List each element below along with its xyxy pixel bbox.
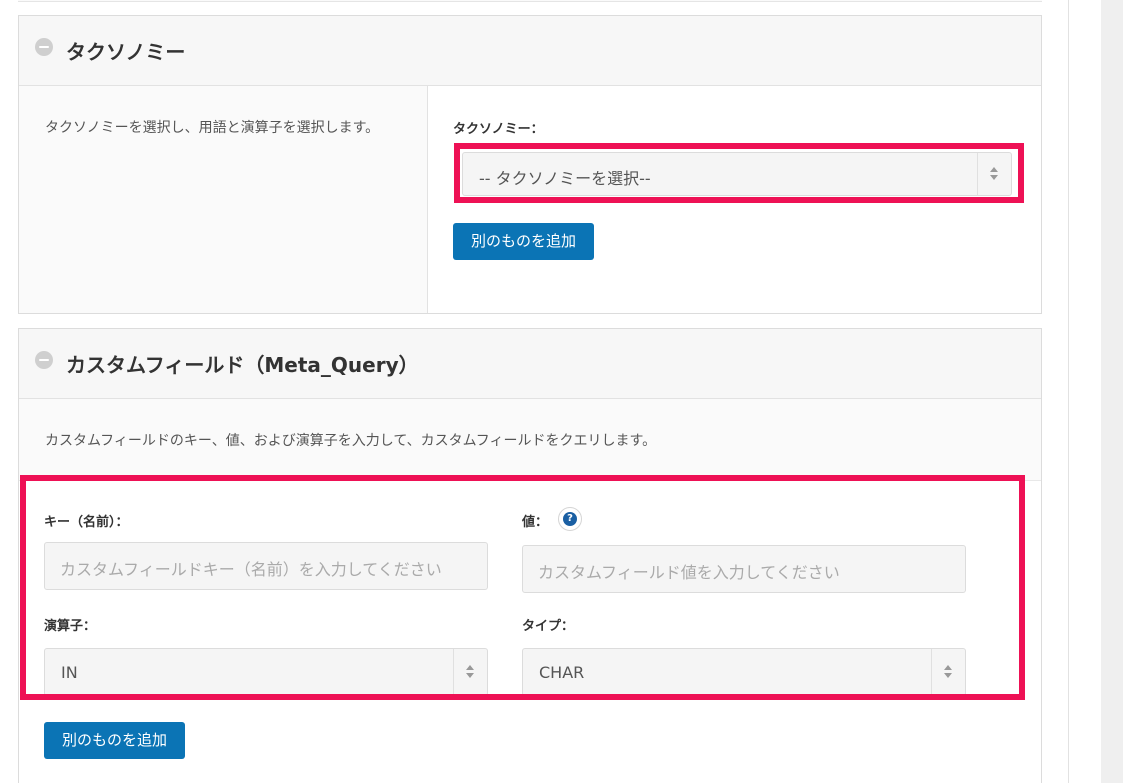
custom-field-panel: カスタムフィールド（Meta_Query） カスタムフィールドのキー、値、および… xyxy=(18,328,1042,783)
operator-label: 演算子： xyxy=(44,619,97,634)
value-input[interactable]: カスタムフィールド値を入力してください xyxy=(522,545,966,593)
custom-field-add-button[interactable]: 別のものを追加 xyxy=(44,722,185,759)
value-placeholder: カスタムフィールド値を入力してください xyxy=(538,563,840,582)
key-label: キー（名前）： xyxy=(44,515,129,530)
panel-title: タクソノミー xyxy=(66,40,186,64)
taxonomy-panel-header[interactable]: タクソノミー xyxy=(19,16,1041,86)
type-label: タイプ： xyxy=(522,619,575,634)
type-select[interactable]: CHAR xyxy=(522,648,966,696)
taxonomy-panel: タクソノミー タクソノミーを選択し、用語と演算子を選択します。 タクソノミー： … xyxy=(18,15,1042,314)
value-label: 値： xyxy=(522,515,549,530)
help-icon[interactable]: ? xyxy=(558,507,582,531)
operator-select[interactable]: IN xyxy=(44,648,488,696)
minus-circle-icon[interactable] xyxy=(35,38,53,56)
minus-circle-icon[interactable] xyxy=(35,351,53,369)
custom-field-panel-header[interactable]: カスタムフィールド（Meta_Query） xyxy=(19,329,1041,399)
side-column xyxy=(1068,0,1101,783)
key-input[interactable]: カスタムフィールドキー（名前）を入力してください xyxy=(44,542,488,590)
previous-panel-edge xyxy=(18,0,1042,2)
custom-field-description: カスタムフィールドのキー、値、および演算子を入力して、カスタムフィールドをクエリ… xyxy=(45,433,657,449)
taxonomy-add-button[interactable]: 別のものを追加 xyxy=(453,223,594,260)
taxonomy-description: タクソノミーを選択し、用語と演算子を選択します。 xyxy=(45,120,380,136)
select-arrows-icon xyxy=(453,649,487,695)
select-arrows-icon xyxy=(977,153,1011,195)
taxonomy-fields-column: タクソノミー： -- タクソノミーを選択-- 別のものを追加 xyxy=(428,86,1041,313)
panel-title: カスタムフィールド（Meta_Query） xyxy=(66,353,419,377)
taxonomy-select[interactable]: -- タクソノミーを選択-- xyxy=(462,152,1012,196)
taxonomy-select-value: -- タクソノミーを選択-- xyxy=(479,169,651,188)
taxonomy-description-column: タクソノミーを選択し、用語と演算子を選択します。 xyxy=(19,86,428,313)
key-placeholder: カスタムフィールドキー（名前）を入力してください xyxy=(60,560,442,579)
type-select-value: CHAR xyxy=(539,663,585,682)
select-arrows-icon xyxy=(931,649,965,695)
custom-field-description-row: カスタムフィールドのキー、値、および演算子を入力して、カスタムフィールドをクエリ… xyxy=(19,399,1041,481)
taxonomy-label: タクソノミー： xyxy=(453,122,544,137)
operator-select-value: IN xyxy=(61,663,78,682)
page-edge xyxy=(1101,0,1123,783)
